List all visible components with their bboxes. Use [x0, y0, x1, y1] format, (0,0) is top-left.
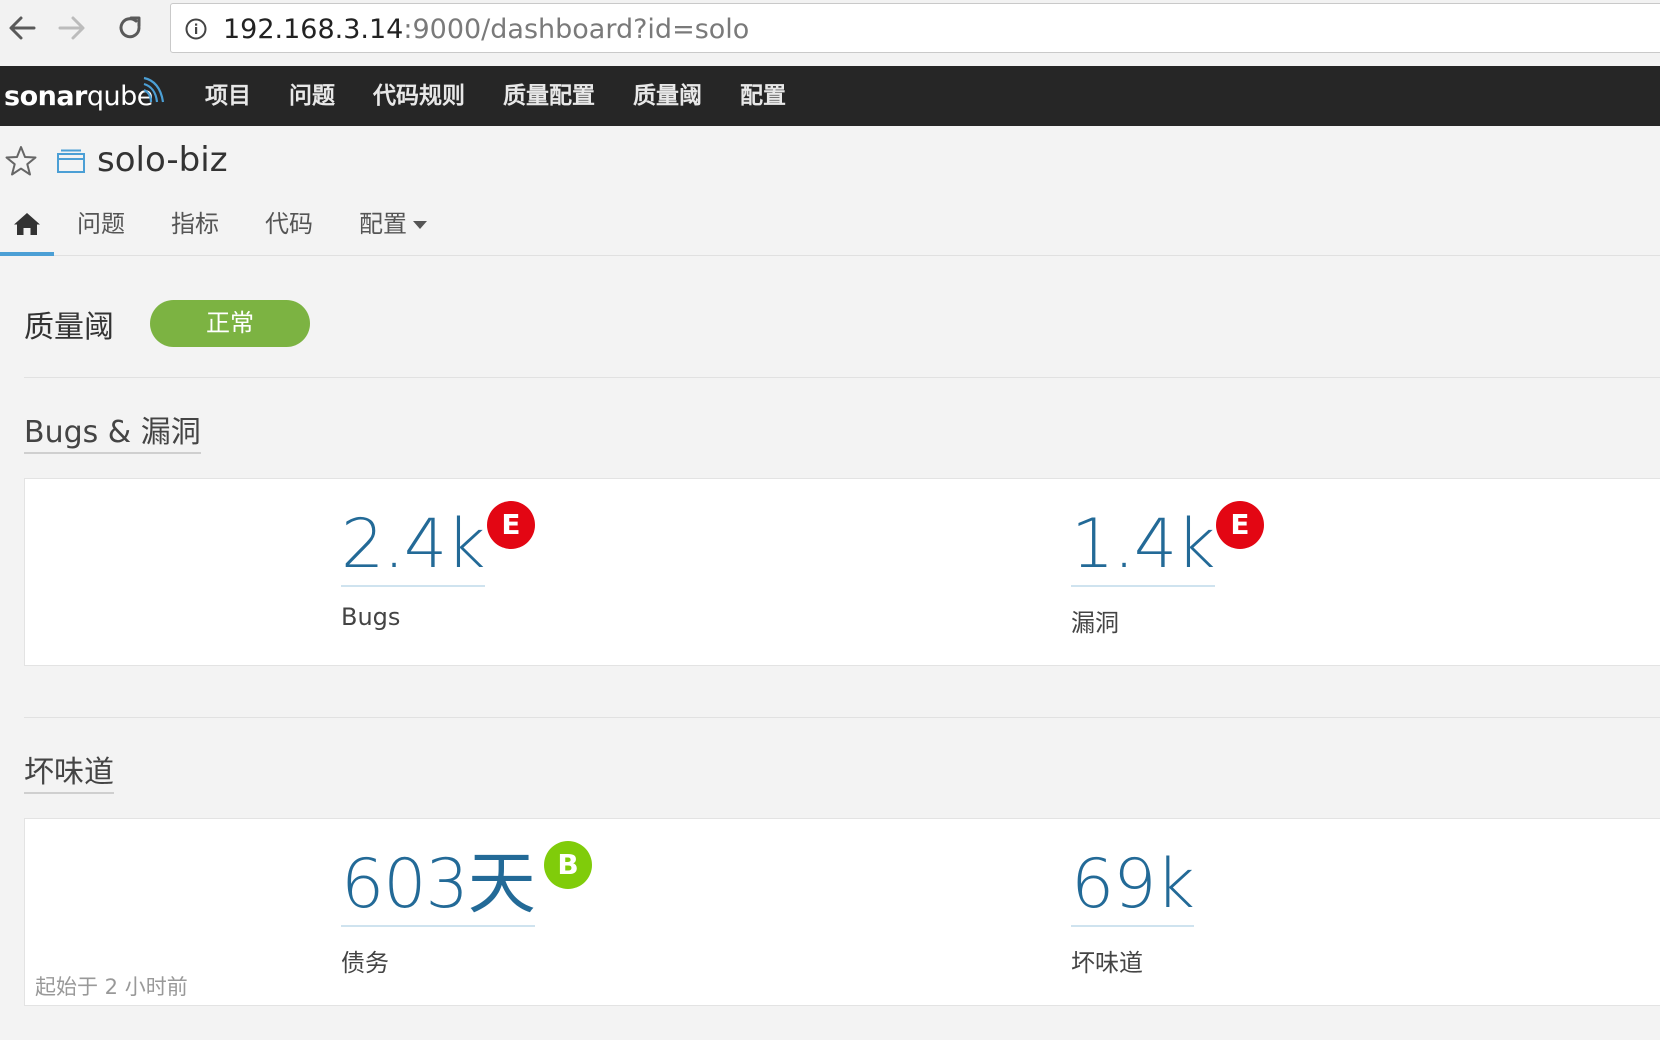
nav-projects[interactable]: 项目 [186, 66, 270, 126]
debt-value[interactable]: 603天 [341, 845, 536, 927]
arrow-left-icon [9, 16, 36, 40]
global-menu: 项目 问题 代码规则 质量配置 质量阈 配置 [186, 66, 805, 126]
quality-gate-title: 质量阈 [24, 310, 114, 345]
star-icon[interactable] [4, 144, 38, 178]
bugs-value[interactable]: 2.4k [341, 505, 486, 587]
debt-label: 债务 [341, 949, 389, 977]
nav-issues[interactable]: 问题 [270, 66, 354, 126]
url-host: 192.168.3.14 [223, 14, 404, 45]
sonar-waves-icon [143, 76, 165, 103]
nav-administration[interactable]: 配置 [721, 66, 805, 126]
info-icon[interactable] [185, 18, 207, 40]
tab-configuration[interactable]: 配置 [336, 196, 450, 256]
section-divider [24, 717, 1660, 718]
bugs-rating-badge[interactable]: E [487, 501, 535, 549]
reload-icon [119, 16, 141, 39]
code-smells-section-title[interactable]: 坏味道 [24, 754, 114, 794]
browser-toolbar: 192.168.3.14:9000/dashboard?id=solo [0, 0, 1660, 62]
home-icon [14, 213, 40, 235]
global-navbar: sonarqube 项目 问题 代码规则 质量配置 质量阈 配置 [0, 66, 1660, 126]
tab-configuration-label: 配置 [359, 210, 407, 238]
sonarqube-logo[interactable]: sonarqube [4, 70, 165, 122]
bugs-label: Bugs [341, 603, 401, 631]
nav-rules[interactable]: 代码规则 [354, 66, 484, 126]
project-qualifier-icon [57, 149, 85, 173]
code-smells-panel: 603天 债务 B 69k 坏味道 起始于 2 小时前 [24, 818, 1660, 1006]
project-name[interactable]: solo-biz [97, 140, 228, 180]
leak-period-since: 起始于 2 小时前 [35, 975, 188, 999]
chevron-down-icon [413, 221, 427, 229]
back-button[interactable] [2, 10, 42, 46]
code-smells-value[interactable]: 69k [1071, 845, 1195, 927]
maintainability-rating-badge[interactable]: B [544, 841, 592, 889]
tab-home[interactable] [0, 196, 54, 256]
arrow-right-icon [58, 16, 85, 40]
logo-text-bold: sonar [4, 80, 87, 112]
url-text[interactable]: 192.168.3.14:9000/dashboard?id=solo [223, 15, 749, 45]
project-tabs: 问题 指标 代码 配置 [0, 196, 450, 256]
vulnerabilities-value[interactable]: 1.4k [1071, 505, 1216, 587]
address-bar[interactable]: 192.168.3.14:9000/dashboard?id=solo [170, 3, 1660, 53]
quality-gate-status-badge: 正常 [150, 300, 310, 347]
url-path: :9000/dashboard?id=solo [403, 14, 750, 45]
project-header: solo-biz 问题 指标 代码 配置 [0, 126, 1660, 256]
vulnerabilities-rating-badge[interactable]: E [1216, 501, 1264, 549]
nav-quality-gates[interactable]: 质量阈 [614, 66, 721, 126]
reload-button[interactable] [110, 10, 150, 46]
tab-code[interactable]: 代码 [242, 196, 336, 256]
section-divider [24, 377, 1660, 378]
nav-quality-profiles[interactable]: 质量配置 [484, 66, 614, 126]
tab-issues[interactable]: 问题 [54, 196, 148, 256]
forward-button[interactable] [52, 10, 92, 46]
bugs-section-title[interactable]: Bugs & 漏洞 [24, 414, 201, 454]
code-smells-label: 坏味道 [1071, 949, 1143, 977]
tab-measures[interactable]: 指标 [148, 196, 242, 256]
vulnerabilities-label: 漏洞 [1071, 609, 1119, 637]
bugs-panel: 2.4k Bugs E 1.4k 漏洞 E [24, 478, 1660, 666]
